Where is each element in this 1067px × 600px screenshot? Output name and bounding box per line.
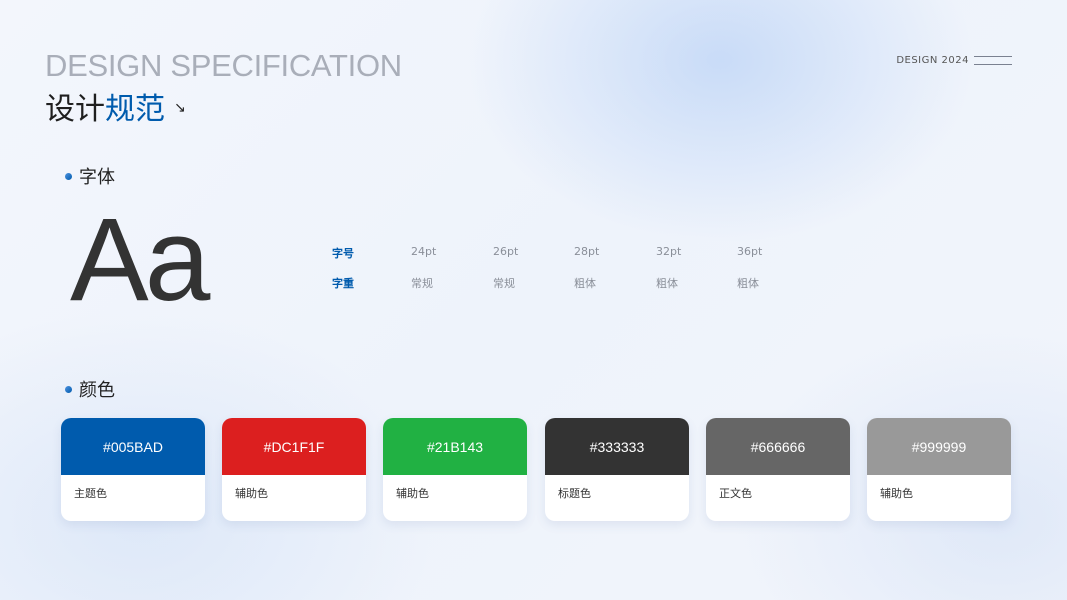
font-section-heading: 字体	[65, 163, 115, 189]
color-swatch-name: 主题色	[74, 487, 107, 500]
font-size-value: 26pt	[493, 245, 519, 258]
page-title-chinese-part1: 设计	[45, 92, 105, 127]
color-section-title: 颜色	[79, 380, 115, 401]
color-swatch-name: 辅助色	[235, 487, 268, 500]
color-swatch-card: #666666 正文色	[706, 418, 850, 521]
font-section-title: 字体	[79, 167, 115, 188]
font-weight-value: 常规	[493, 277, 515, 290]
font-weight-value: 常规	[411, 277, 433, 290]
color-swatch-fill: #21B143	[383, 418, 527, 475]
color-section-heading: 颜色	[65, 376, 115, 402]
color-swatch-fill: #666666	[706, 418, 850, 475]
font-weight-label: 字重	[332, 277, 354, 290]
arrow-down-right-icon: ↘	[174, 100, 186, 116]
double-line-decoration	[974, 56, 1012, 65]
color-swatch-fill: #999999	[867, 418, 1011, 475]
font-weight-value: 粗体	[574, 277, 596, 290]
bullet-dot-icon	[65, 385, 72, 393]
font-weight-value: 粗体	[656, 277, 678, 290]
color-swatch-card: #21B143 辅助色	[383, 418, 527, 521]
color-swatch-card: #999999 辅助色	[867, 418, 1011, 521]
font-size-value: 36pt	[737, 245, 763, 258]
color-swatch-fill: #005BAD	[61, 418, 205, 475]
color-swatch-card: #DC1F1F 辅助色	[222, 418, 366, 521]
design-year-label: DESIGN 2024	[896, 55, 969, 66]
page-title-chinese-accent: 规范	[105, 92, 165, 127]
font-sample: Aa	[70, 194, 210, 326]
page-title-chinese: 设计规范	[45, 84, 165, 128]
font-size-value: 28pt	[574, 245, 600, 258]
color-swatch-name: 辅助色	[880, 487, 913, 500]
color-swatch-name: 辅助色	[396, 487, 429, 500]
color-swatch-fill: #333333	[545, 418, 689, 475]
page-title-english: DESIGN SPECIFICATION	[45, 48, 402, 83]
color-swatch-fill: #DC1F1F	[222, 418, 366, 475]
color-swatch-name: 标题色	[558, 487, 591, 500]
font-weight-value: 粗体	[737, 277, 759, 290]
font-size-value: 24pt	[411, 245, 437, 258]
font-size-label: 字号	[332, 247, 354, 260]
color-swatch-card: #333333 标题色	[545, 418, 689, 521]
color-swatch-card: #005BAD 主题色	[61, 418, 205, 521]
font-size-value: 32pt	[656, 245, 682, 258]
bullet-dot-icon	[65, 172, 72, 180]
color-swatch-name: 正文色	[719, 487, 752, 500]
